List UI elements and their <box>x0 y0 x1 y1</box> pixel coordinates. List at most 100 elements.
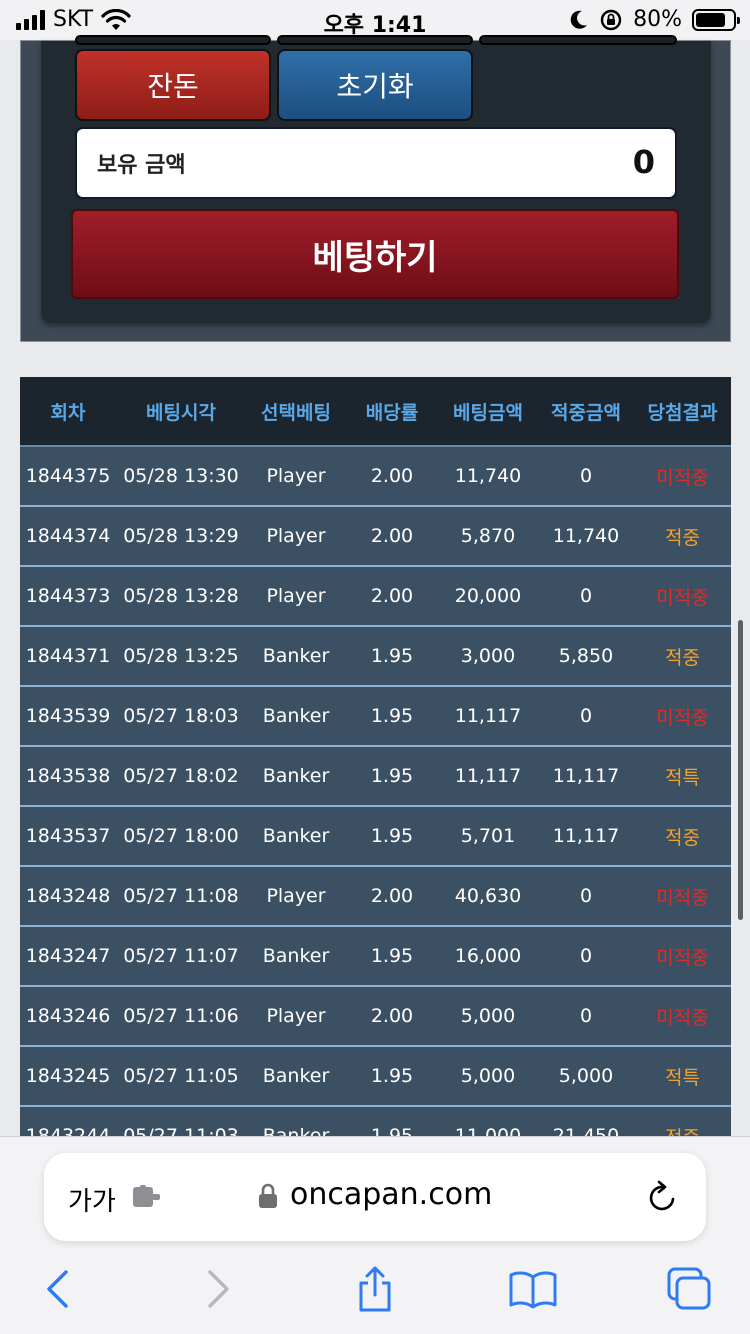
upper-button-edge[interactable] <box>479 35 677 45</box>
table-row[interactable]: 1843244 05/27 11:03 Banker 1.95 11,000 2… <box>20 1107 731 1137</box>
balance-label: 보유 금액 <box>97 153 186 178</box>
table-row[interactable]: 1844374 05/28 13:29 Player 2.00 5,870 11… <box>20 507 731 567</box>
table-row[interactable]: 1843248 05/27 11:08 Player 2.00 40,630 0… <box>20 867 731 927</box>
round-cell: 1843539 <box>25 705 111 727</box>
reload-icon[interactable] <box>646 1179 680 1215</box>
betting-panel: 잔돈 초기화 보유 금액 0 베팅하기 <box>41 35 711 323</box>
balance-value: 0 <box>632 143 655 181</box>
table-row[interactable]: 1844371 05/28 13:25 Banker 1.95 3,000 5,… <box>20 627 731 687</box>
place-bet-button[interactable]: 베팅하기 <box>71 209 679 299</box>
bet-amount-cell: 5,870 <box>460 525 516 547</box>
table-row[interactable]: 1843537 05/27 18:00 Banker 1.95 5,701 11… <box>20 807 731 867</box>
extension-icon[interactable] <box>132 1185 162 1209</box>
table-row[interactable]: 1843245 05/27 11:05 Banker 1.95 5,000 5,… <box>20 1047 731 1107</box>
pick-cell: Player <box>266 525 326 547</box>
table-row[interactable]: 1844375 05/28 13:30 Player 2.00 11,740 0… <box>20 447 731 507</box>
round-cell: 1843246 <box>25 1005 111 1027</box>
bet-amount-cell: 3,000 <box>460 645 516 667</box>
result-cell: 적중 <box>665 526 700 549</box>
win-amount-cell: 5,000 <box>558 1065 614 1087</box>
table-row[interactable]: 1844373 05/28 13:28 Player 2.00 20,000 0… <box>20 567 731 627</box>
change-button[interactable]: 잔돈 <box>75 49 271 121</box>
text-size-button[interactable]: 가가 <box>68 1181 116 1218</box>
tabs-icon <box>667 1267 711 1310</box>
table-row[interactable]: 1843538 05/27 18:02 Banker 1.95 11,117 1… <box>20 747 731 807</box>
round-cell: 1844373 <box>25 585 111 607</box>
round-cell: 1844374 <box>25 525 111 547</box>
result-cell: 미적중 <box>656 466 709 489</box>
pick-cell: Banker <box>262 825 330 847</box>
upper-button-edge[interactable] <box>75 35 271 45</box>
odds-cell: 2.00 <box>370 1005 414 1027</box>
time-cell: 05/27 11:08 <box>123 885 239 907</box>
odds-cell: 2.00 <box>370 465 414 487</box>
round-cell: 1843245 <box>25 1065 111 1087</box>
win-amount-cell: 0 <box>579 585 593 607</box>
bet-amount-cell: 20,000 <box>454 585 522 607</box>
result-cell: 적중 <box>665 826 700 849</box>
table-row[interactable]: 1843246 05/27 11:06 Player 2.00 5,000 0 … <box>20 987 731 1047</box>
table-row[interactable]: 1843247 05/27 11:07 Banker 1.95 16,000 0… <box>20 927 731 987</box>
bet-amount-cell: 5,701 <box>460 825 516 847</box>
result-cell: 미적중 <box>656 1006 709 1029</box>
round-cell: 1843248 <box>25 885 111 907</box>
win-amount-cell: 0 <box>579 945 593 967</box>
win-amount-cell: 0 <box>579 465 593 487</box>
share-icon <box>359 1266 391 1312</box>
result-cell: 적특 <box>665 1066 700 1089</box>
win-amount-cell: 0 <box>579 1005 593 1027</box>
reset-button[interactable]: 초기화 <box>277 49 473 121</box>
back-button[interactable] <box>32 1265 82 1313</box>
battery-icon <box>692 8 740 31</box>
upper-button-edge[interactable] <box>277 35 473 45</box>
pick-cell: Banker <box>262 1065 330 1087</box>
odds-cell: 1.95 <box>370 1065 414 1087</box>
address-bar[interactable]: 가가 oncapan.com <box>44 1153 706 1241</box>
result-cell: 미적중 <box>656 706 709 729</box>
bet-amount-cell: 11,117 <box>454 705 522 727</box>
column-header: 당첨결과 <box>647 401 718 424</box>
column-header: 회차 <box>50 401 86 424</box>
column-header: 선택베팅 <box>261 401 331 424</box>
time-cell: 05/27 18:00 <box>123 825 239 847</box>
book-icon <box>509 1271 557 1309</box>
odds-cell: 2.00 <box>370 585 414 607</box>
betting-history-table: 회차 베팅시각 선택베팅 배당률 베팅금액 적중금액 당첨결과 1844375 … <box>20 377 731 1137</box>
column-header: 배당률 <box>365 401 419 424</box>
odds-cell: 1.95 <box>370 765 414 787</box>
moon-icon <box>570 10 588 29</box>
pick-cell: Player <box>266 1005 326 1027</box>
odds-cell: 2.00 <box>370 525 414 547</box>
bet-amount-cell: 5,000 <box>460 1065 516 1087</box>
pick-cell: Banker <box>262 705 330 727</box>
battery-percent: 80% <box>633 7 682 32</box>
bookmarks-button[interactable] <box>508 1265 558 1313</box>
forward-button[interactable] <box>194 1265 244 1313</box>
round-cell: 1844371 <box>25 645 111 667</box>
time-cell: 05/27 18:03 <box>123 705 239 727</box>
tabs-button[interactable] <box>664 1265 714 1313</box>
lock-icon <box>259 1183 277 1208</box>
result-cell: 미적중 <box>656 586 709 609</box>
share-button[interactable] <box>350 1265 400 1313</box>
betting-panel-container: 잔돈 초기화 보유 금액 0 베팅하기 <box>20 35 731 342</box>
result-cell: 적중 <box>665 646 700 669</box>
scroll-indicator[interactable] <box>738 620 743 920</box>
table-row[interactable]: 1843539 05/27 18:03 Banker 1.95 11,117 0… <box>20 687 731 747</box>
win-amount-cell: 11,740 <box>552 525 620 547</box>
round-cell: 1844375 <box>25 465 111 487</box>
round-cell: 1843537 <box>25 825 111 847</box>
url-text[interactable]: oncapan.com <box>290 1177 492 1212</box>
pick-cell: Banker <box>262 765 330 787</box>
result-cell: 미적중 <box>656 886 709 909</box>
status-right: 80% <box>569 7 740 32</box>
time-cell: 05/28 13:29 <box>123 525 239 547</box>
chevron-left-icon <box>47 1270 68 1308</box>
balance-field[interactable]: 보유 금액 0 <box>75 127 677 199</box>
time-cell: 05/28 13:25 <box>123 645 239 667</box>
pick-cell: Player <box>266 465 326 487</box>
rotation-lock-icon <box>600 9 622 30</box>
win-amount-cell: 11,117 <box>552 765 620 787</box>
bet-amount-cell: 16,000 <box>454 945 522 967</box>
win-amount-cell: 0 <box>579 705 593 727</box>
